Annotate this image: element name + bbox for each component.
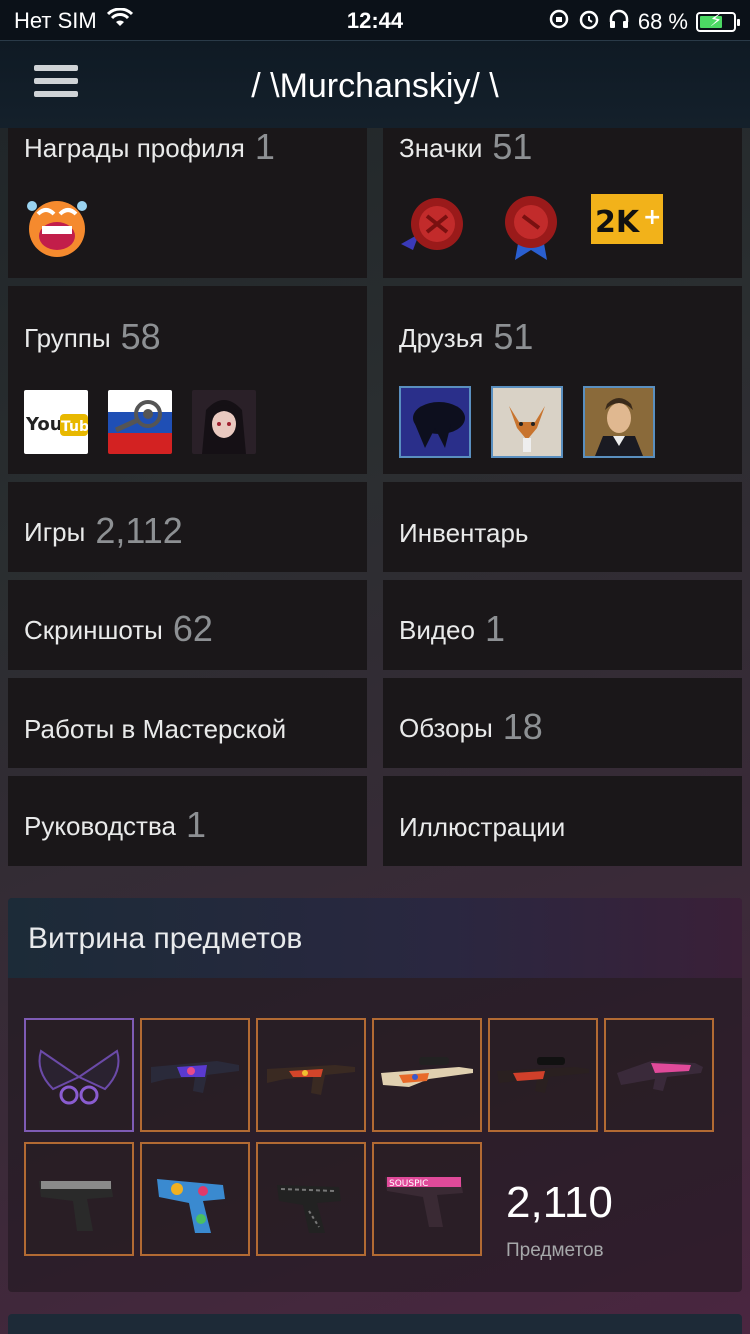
wax-seal-ribbon-badge-icon[interactable] bbox=[499, 194, 563, 265]
next-section-header bbox=[8, 1314, 742, 1334]
graffiti-pistol-item-icon[interactable] bbox=[140, 1142, 250, 1256]
svg-text:Tube: Tube bbox=[61, 419, 88, 435]
friend-avatar[interactable] bbox=[583, 386, 655, 458]
butterfly-knife-item-icon[interactable] bbox=[24, 1018, 134, 1132]
screenshots-count: 62 bbox=[172, 608, 213, 649]
videos-label: Видео 1 bbox=[399, 608, 505, 649]
badges-label: Значки 51 bbox=[399, 128, 533, 167]
tile-games[interactable]: Игры 2,112 bbox=[8, 482, 367, 572]
tile-guides[interactable]: Руководства 1 bbox=[8, 776, 367, 866]
showcase-title: Витрина предметов bbox=[8, 898, 742, 978]
games-label: Игры 2,112 bbox=[24, 510, 183, 551]
awp-sniper-item-icon[interactable] bbox=[372, 1018, 482, 1132]
steam-russia-group-icon[interactable] bbox=[108, 390, 172, 454]
groups-label: Группы 58 bbox=[24, 316, 161, 357]
status-bar: Нет SIM 12:44 68 % ⚡ bbox=[0, 0, 750, 40]
inventory-label: Инвентарь bbox=[399, 518, 529, 548]
reviews-label: Обзоры 18 bbox=[399, 706, 543, 747]
guides-count: 1 bbox=[185, 804, 206, 845]
awards-count: 1 bbox=[254, 128, 275, 167]
famas-rifle-item-icon[interactable] bbox=[604, 1018, 714, 1132]
desert-eagle-pistol-item-icon[interactable] bbox=[24, 1142, 134, 1256]
app-header: / \Murchanskiy/ \ bbox=[0, 40, 750, 128]
glock-pistol-item-icon[interactable] bbox=[256, 1142, 366, 1256]
awards-label: Награды профиля 1 bbox=[24, 128, 275, 167]
anime-group-icon[interactable] bbox=[192, 390, 256, 454]
svg-text:2K: 2K bbox=[595, 205, 641, 240]
friends-label: Друзья 51 bbox=[399, 316, 534, 357]
showcase-item-count-label: Предметов bbox=[506, 1240, 604, 1261]
screenshots-label: Скриншоты 62 bbox=[24, 608, 213, 649]
youtube-group-icon[interactable]: YouTube bbox=[24, 390, 88, 454]
artwork-label: Иллюстрации bbox=[399, 812, 566, 842]
profile-name: / \Murchanskiy/ \ bbox=[251, 67, 499, 105]
alarm-icon bbox=[578, 8, 600, 36]
tile-artwork[interactable]: Иллюстрации bbox=[383, 776, 742, 866]
tile-workshop[interactable]: Работы в Мастерской bbox=[8, 678, 367, 768]
tile-profile-awards[interactable]: Награды профиля 1 bbox=[8, 128, 367, 278]
headphones-icon bbox=[608, 8, 630, 36]
friend-avatar[interactable] bbox=[399, 386, 471, 458]
tile-badges[interactable]: Значки 51 2K + bbox=[383, 128, 742, 278]
rotation-lock-icon bbox=[548, 8, 570, 36]
svg-text:You: You bbox=[25, 414, 63, 435]
games-count: 2,112 bbox=[95, 510, 183, 551]
wax-seal-badge-icon[interactable] bbox=[399, 194, 471, 265]
friend-avatar[interactable] bbox=[491, 386, 563, 458]
tile-inventory[interactable]: Инвентарь bbox=[383, 482, 742, 572]
battery-percent: 68 % bbox=[637, 9, 688, 34]
tile-friends[interactable]: Друзья 51 bbox=[383, 286, 742, 474]
sniper-rifle-item-icon[interactable] bbox=[488, 1018, 598, 1132]
reviews-count: 18 bbox=[502, 706, 543, 747]
tile-screenshots[interactable]: Скриншоты 62 bbox=[8, 580, 367, 670]
videos-count: 1 bbox=[484, 608, 505, 649]
workshop-label: Работы в Мастерской bbox=[24, 714, 287, 744]
friends-count: 51 bbox=[493, 316, 534, 357]
tile-videos[interactable]: Видео 1 bbox=[383, 580, 742, 670]
pink-deagle-pistol-item-icon[interactable]: SOUSPIC bbox=[372, 1142, 482, 1256]
showcase-item-count: 2,110 bbox=[506, 1178, 613, 1227]
2k-badge-icon[interactable]: 2K + bbox=[591, 194, 663, 265]
groups-count: 58 bbox=[120, 316, 161, 357]
badges-count: 51 bbox=[492, 128, 533, 167]
m4a4-rifle-item-icon[interactable] bbox=[140, 1018, 250, 1132]
tile-reviews[interactable]: Обзоры 18 bbox=[383, 678, 742, 768]
svg-text:+: + bbox=[643, 205, 661, 230]
item-showcase: Витрина предметов SOUSPIC 2,110 Предмето… bbox=[8, 898, 742, 1292]
ak47-rifle-item-icon[interactable] bbox=[256, 1018, 366, 1132]
guides-label: Руководства 1 bbox=[24, 804, 206, 845]
svg-text:SOUSPIC: SOUSPIC bbox=[389, 1179, 428, 1189]
battery-icon: ⚡ bbox=[696, 10, 740, 32]
tile-groups[interactable]: Группы58 YouTube bbox=[8, 286, 367, 474]
laughing-emoji-award-icon bbox=[24, 196, 90, 263]
